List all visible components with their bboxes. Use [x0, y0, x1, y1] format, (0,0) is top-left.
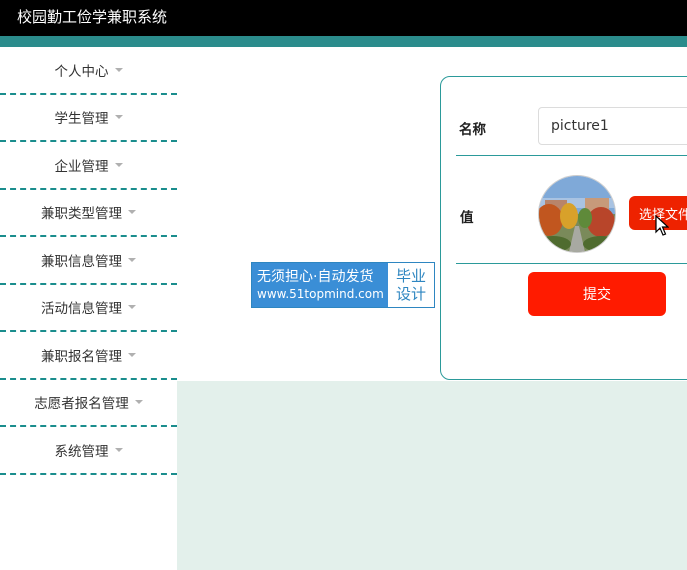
sidebar-item-label: 活动信息管理	[41, 301, 122, 318]
caret-down-icon	[114, 115, 123, 120]
sidebar-item-label: 兼职报名管理	[41, 348, 122, 365]
caret-down-icon	[134, 400, 143, 405]
caret-down-icon	[128, 210, 136, 215]
caret-down-icon	[128, 305, 136, 310]
sidebar: 个人中心 学生管理 企业管理 兼职类型管理 兼职信息管理 活动信息管理 兼职报名…	[0, 47, 177, 570]
sidebar-item-label: 兼职信息管理	[41, 253, 122, 270]
sidebar-item-label: 个人中心	[54, 63, 109, 80]
form-divider	[456, 155, 687, 156]
watermark-text-block: 无须担心·自动发货 www.51topmind.com	[252, 263, 388, 307]
sidebar-item-student-management[interactable]: 学生管理	[0, 95, 177, 142]
sidebar-item-label: 志愿者报名管理	[34, 396, 129, 413]
sidebar-item-system-management[interactable]: 系统管理	[0, 427, 177, 475]
watermark-line1: 无须担心·自动发货	[257, 269, 374, 285]
sidebar-item-job-info-management[interactable]: 兼职信息管理	[0, 237, 177, 285]
avatar-image[interactable]	[539, 176, 615, 252]
watermark-badge-line1: 毕业	[395, 267, 426, 285]
sidebar-item-label: 企业管理	[54, 158, 109, 175]
sidebar-item-label: 兼职类型管理	[41, 206, 122, 223]
caret-down-icon	[114, 162, 123, 167]
caret-down-icon	[128, 257, 136, 262]
sidebar-item-activity-info-management[interactable]: 活动信息管理	[0, 285, 177, 332]
sidebar-item-company-management[interactable]: 企业管理	[0, 142, 177, 190]
sidebar-item-volunteer-signup-management[interactable]: 志愿者报名管理	[0, 380, 177, 427]
name-label: 名称	[459, 122, 486, 138]
sidebar-item-job-type-management[interactable]: 兼职类型管理	[0, 190, 177, 237]
form-divider	[456, 263, 687, 264]
app-title: 校园勤工俭学兼职系统	[17, 8, 168, 26]
sidebar-item-label: 学生管理	[54, 111, 109, 128]
watermark-badge: 毕业 设计	[388, 263, 434, 307]
accent-strip	[0, 36, 687, 47]
caret-down-icon	[114, 447, 123, 452]
sidebar-item-label: 系统管理	[54, 443, 109, 460]
watermark-banner: 无须担心·自动发货 www.51topmind.com 毕业 设计	[251, 262, 435, 308]
caret-down-icon	[128, 352, 136, 357]
submit-button[interactable]: 提交	[528, 272, 666, 316]
mouse-cursor-icon	[655, 215, 669, 236]
campus-photo	[539, 176, 615, 252]
watermark-badge-line2: 设计	[395, 285, 426, 303]
name-input[interactable]	[538, 107, 687, 145]
sidebar-item-job-signup-management[interactable]: 兼职报名管理	[0, 332, 177, 380]
top-bar: 校园勤工俭学兼职系统	[0, 0, 687, 36]
watermark-line2: www.51topmind.com	[257, 287, 384, 301]
caret-down-icon	[114, 67, 123, 72]
sidebar-item-personal-center[interactable]: 个人中心	[0, 47, 177, 95]
value-label: 值	[460, 210, 474, 226]
